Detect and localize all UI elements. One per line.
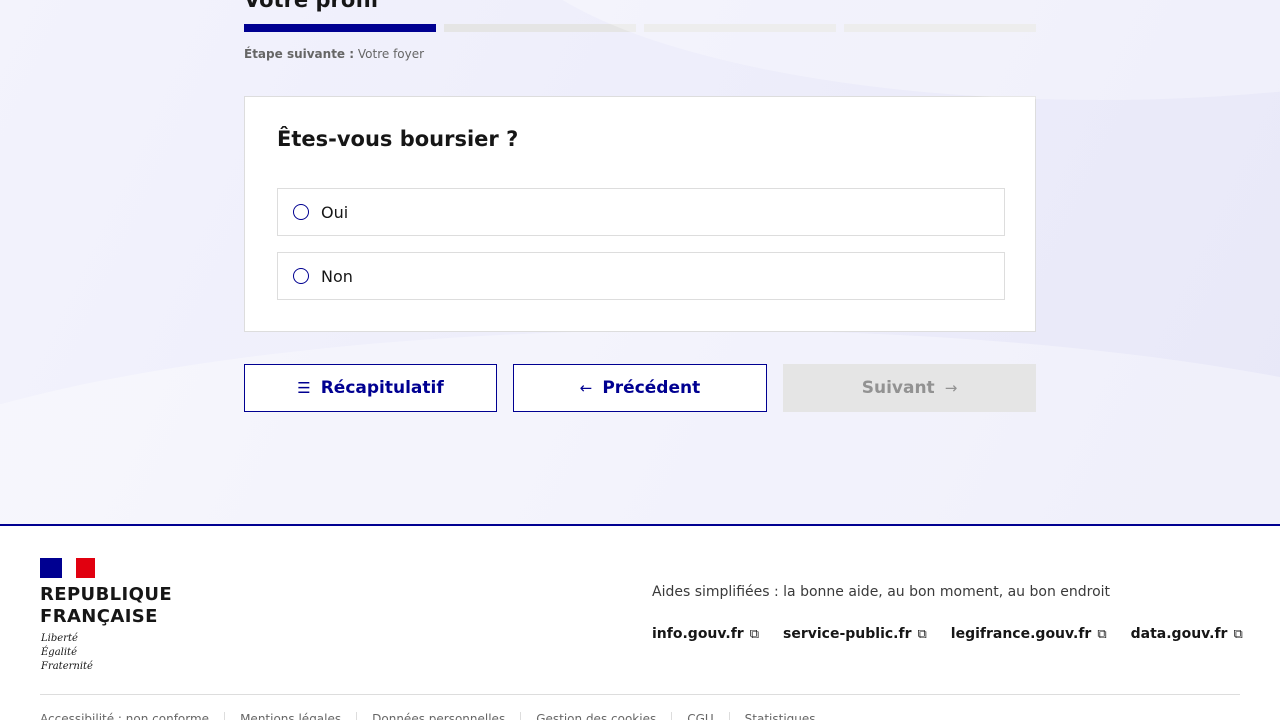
stepper-title: Votre profil <box>244 0 379 12</box>
option-oui[interactable]: Oui <box>277 188 1005 236</box>
external-link-icon: ⧉ <box>917 626 927 642</box>
link-mentions-legales[interactable]: Mentions légales <box>224 712 356 720</box>
footer-divider <box>40 694 1240 695</box>
recap-button[interactable]: ☰ Récapitulatif <box>244 364 497 412</box>
radio-icon[interactable] <box>293 204 309 220</box>
link-service-public[interactable]: service-public.fr ⧉ <box>783 626 927 642</box>
external-link-icon: ⧉ <box>1233 626 1243 642</box>
main-area: Votre profil Étape suivante : Votre foye… <box>0 0 1280 524</box>
link-gestion-cookies[interactable]: Gestion des cookies <box>520 712 671 720</box>
external-link-icon: ⧉ <box>749 626 759 642</box>
next-step-value: Votre foyer <box>357 47 425 61</box>
link-info-gouv[interactable]: info.gouv.fr ⧉ <box>652 626 759 642</box>
previous-button[interactable]: ← Précédent <box>513 364 767 412</box>
previous-button-label: Précédent <box>602 378 701 398</box>
footer-external-links: info.gouv.fr ⧉ service-public.fr ⧉ legifra… <box>652 626 1243 642</box>
footer-bottom-links: Accessibilité : non conforme Mentions lé… <box>40 712 831 720</box>
link-donnees-personnelles[interactable]: Données personnelles <box>356 712 520 720</box>
french-flag-logo <box>40 558 95 578</box>
next-button[interactable]: Suivant → <box>783 364 1036 412</box>
arrow-left-icon: ← <box>579 379 593 397</box>
radio-icon[interactable] <box>293 268 309 284</box>
link-cgu[interactable]: CGU <box>671 712 728 720</box>
footer: REPUBLIQUE FRANÇAISE Liberté Égalité Fra… <box>0 524 1280 720</box>
link-legifrance[interactable]: legifrance.gouv.fr ⧉ <box>951 626 1107 642</box>
step-indicator-2 <box>444 24 636 32</box>
link-statistiques[interactable]: Statistiques <box>728 712 831 720</box>
next-step-label: Étape suivante : <box>244 47 355 61</box>
option-label: Non <box>321 266 353 286</box>
step-indicator-3 <box>644 24 836 32</box>
menu-icon: ☰ <box>297 379 311 397</box>
next-button-label: Suivant <box>861 378 935 398</box>
footer-tagline: Aides simplifiées : la bonne aide, au bo… <box>652 584 1111 600</box>
arrow-right-icon: → <box>944 379 958 397</box>
question-card: Êtes-vous boursier ? Oui Non <box>244 96 1036 332</box>
question-title: Êtes-vous boursier ? <box>277 127 519 151</box>
link-data-gouv[interactable]: data.gouv.fr ⧉ <box>1131 626 1243 642</box>
option-label: Oui <box>321 202 349 222</box>
republique-francaise-brand: REPUBLIQUE FRANÇAISE <box>40 584 173 627</box>
stepper-progress <box>244 24 1036 32</box>
recap-button-label: Récapitulatif <box>320 378 444 398</box>
link-accessibilite[interactable]: Accessibilité : non conforme <box>40 712 224 720</box>
next-step-info: Étape suivante : Votre foyer <box>244 46 424 62</box>
republic-motto: Liberté Égalité Fraternité <box>41 633 93 672</box>
step-indicator-4 <box>844 24 1036 32</box>
option-non[interactable]: Non <box>277 252 1005 300</box>
step-indicator-1 <box>244 24 436 32</box>
external-link-icon: ⧉ <box>1097 626 1107 642</box>
